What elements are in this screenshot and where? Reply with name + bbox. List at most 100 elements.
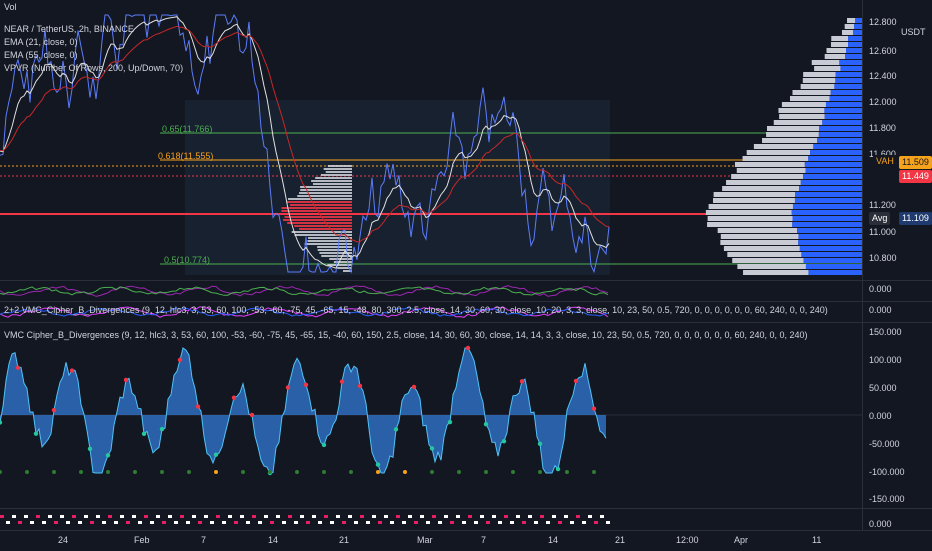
price-axis[interactable]: 12.800 USDT 12.600 12.400 12.000 11.800 …	[862, 0, 932, 280]
volume-profile-bar	[312, 183, 352, 185]
volume-profile-bar	[801, 252, 862, 257]
signal-dot	[133, 470, 137, 474]
signal-dot	[357, 383, 363, 389]
currency-label[interactable]: USDT	[901, 27, 926, 37]
volume-profile-bar	[824, 54, 846, 59]
time-tick: 7	[481, 535, 487, 545]
signal-dot	[213, 452, 219, 457]
avg-price-badge: 11.109	[899, 212, 932, 225]
volume-profile-bar	[723, 246, 800, 251]
signal-dot	[483, 421, 489, 427]
signal-dot	[457, 470, 461, 474]
oscillator-pane-1[interactable]	[0, 281, 862, 301]
oscillator-pane-2[interactable]: 2+2 VMC_Cipher_B_Divergences (9, 12, hlc…	[0, 302, 862, 322]
volume-profile-bar	[726, 180, 801, 185]
session-marker	[504, 515, 508, 518]
session-marker	[156, 515, 160, 518]
signal-dot	[349, 470, 353, 474]
session-marker	[546, 521, 550, 524]
signal-dot	[501, 439, 507, 444]
price-tick: 11.000	[869, 227, 896, 237]
session-marker	[144, 515, 148, 518]
session-marker	[24, 515, 28, 518]
time-tick: Mar	[417, 535, 433, 545]
volume-profile-bar	[708, 204, 793, 209]
session-marker	[48, 515, 52, 518]
session-marker	[570, 521, 574, 524]
session-marker	[582, 521, 586, 524]
session-marker	[294, 521, 298, 524]
volume-profile-bar	[855, 18, 862, 23]
signal-dot	[105, 453, 111, 458]
session-marker	[240, 515, 244, 518]
vah-label: VAH	[873, 155, 897, 168]
session-marker	[36, 515, 40, 518]
volume-profile-bar	[826, 48, 847, 53]
time-axis[interactable]: 24 Feb 7 14 21 Mar 7 14 21 12:00 Apr 11	[0, 530, 932, 551]
time-tick: 11	[812, 535, 822, 545]
session-marker	[72, 515, 76, 518]
session-marker	[438, 521, 442, 524]
volume-profile-bar	[854, 24, 862, 29]
vmc-cipher-axis[interactable]: 150.000 100.000 50.000 0.000 -50.000 -10…	[862, 323, 932, 508]
session-marker	[306, 521, 310, 524]
volume-profile-bar	[743, 270, 809, 275]
volume-profile-bar	[845, 54, 862, 59]
session-marker	[540, 515, 544, 518]
signal-dot	[321, 442, 327, 448]
oscillator-1-axis[interactable]: 0.000	[862, 281, 932, 301]
avg-label: Avg	[869, 212, 891, 225]
indicator-vpvr[interactable]: VPVR (Number Of Rows, 200, Up/Down, 70)	[4, 63, 183, 73]
price-tick: 11.800	[869, 123, 896, 133]
indicator-ema55[interactable]: EMA (55, close, 0)	[4, 50, 78, 60]
volume-profile-bar	[712, 198, 795, 203]
signal-dot	[33, 431, 39, 436]
signal-dot	[69, 368, 75, 373]
volume-profile-bar	[713, 192, 796, 197]
session-marker	[534, 521, 538, 524]
session-marker	[558, 521, 562, 524]
volume-profile-bar	[737, 264, 806, 269]
oscillator-2-axis[interactable]: 0.000	[862, 302, 932, 322]
volume-profile-bar	[834, 84, 862, 89]
bottom-pane-axis[interactable]: 0.000	[862, 509, 932, 530]
volume-profile-bar	[798, 240, 862, 245]
session-marker	[282, 521, 286, 524]
volume-profile-bar	[802, 78, 836, 83]
pane4-title[interactable]: VMC Cipher_B_Divergences (9, 12, hlc3, 3…	[4, 330, 808, 340]
bottom-pane[interactable]	[0, 509, 862, 530]
signal-dot	[376, 470, 380, 474]
signal-dot	[159, 426, 165, 432]
price-chart-svg	[0, 14, 862, 275]
vmc-tick: 0.000	[869, 411, 892, 421]
session-marker	[414, 521, 418, 524]
session-marker	[210, 521, 214, 524]
volume-profile-bar	[848, 36, 862, 41]
signal-dot	[511, 470, 515, 474]
signal-dot	[295, 470, 299, 474]
session-marker	[168, 515, 172, 518]
volume-profile-bar	[320, 174, 352, 176]
volume-profile-bar	[281, 210, 352, 212]
last-price-badge: 11.449	[899, 170, 932, 183]
signal-dot	[15, 365, 21, 370]
pane3-title[interactable]: 2+2 VMC_Cipher_B_Divergences (9, 12, hlc…	[4, 305, 828, 315]
session-marker	[162, 521, 166, 524]
indicator-ema21[interactable]: EMA (21, close, 0)	[4, 37, 78, 47]
vmc-tick: -100.000	[869, 467, 905, 477]
symbol-title[interactable]: NEAR / TetherUS, 2h, BINANCE	[4, 24, 134, 34]
session-marker	[576, 515, 580, 518]
session-marker	[444, 515, 448, 518]
session-marker	[588, 515, 592, 518]
vmc-cipher-pane[interactable]: VMC Cipher_B_Divergences (9, 12, hlc3, 3…	[0, 323, 862, 508]
session-marker	[300, 515, 304, 518]
session-marker	[606, 521, 610, 524]
session-marker	[192, 515, 196, 518]
price-pane[interactable]: Vol NEAR / TetherUS, 2h, BINANCE EMA (21…	[0, 0, 862, 280]
volume-profile-bar	[824, 108, 862, 113]
volume-profile-bar	[800, 180, 862, 185]
session-marker	[114, 521, 118, 524]
session-marker	[462, 521, 466, 524]
session-marker	[480, 515, 484, 518]
signal-dot	[537, 441, 543, 447]
